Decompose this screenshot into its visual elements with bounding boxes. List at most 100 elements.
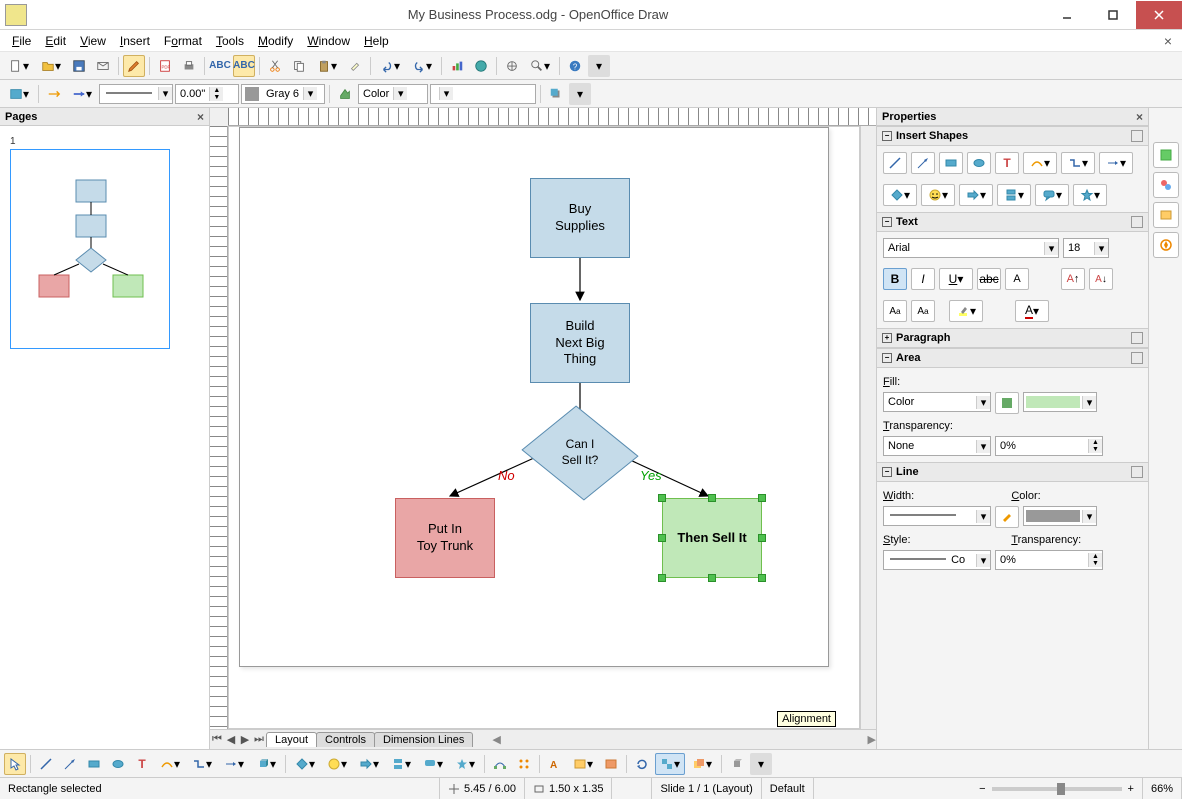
ellipse-tool[interactable] bbox=[107, 753, 129, 775]
flowchart-decision[interactable]: Can I Sell It? bbox=[540, 418, 620, 488]
connector-icon[interactable]: ▾ bbox=[1061, 152, 1095, 174]
shadow-text-button[interactable]: A bbox=[1005, 268, 1029, 290]
horizontal-ruler[interactable] bbox=[228, 108, 876, 126]
menu-help[interactable]: Help bbox=[358, 32, 395, 50]
tab-nav-next-icon[interactable]: ▶ bbox=[238, 733, 252, 746]
help-button[interactable]: ? bbox=[564, 55, 586, 77]
transparency-mode-combo[interactable]: None▾ bbox=[883, 436, 991, 456]
text-icon[interactable]: T bbox=[995, 152, 1019, 174]
shadow-button[interactable] bbox=[545, 83, 567, 105]
selection-handle[interactable] bbox=[758, 534, 766, 542]
section-expand-icon[interactable] bbox=[1131, 332, 1143, 344]
italic-button[interactable]: I bbox=[911, 268, 935, 290]
sidebar-styles-icon[interactable] bbox=[1153, 172, 1179, 198]
vertical-ruler[interactable] bbox=[210, 126, 228, 729]
flowchart-icon[interactable]: ▾ bbox=[997, 184, 1031, 206]
drawing-overflow-icon[interactable]: ▾ bbox=[750, 753, 772, 775]
line-ends-button[interactable]: ▾ bbox=[67, 83, 97, 105]
line-style-combo[interactable]: ▾ bbox=[99, 84, 173, 104]
section-insert-shapes[interactable]: −Insert Shapes bbox=[877, 126, 1148, 146]
sub-button[interactable]: Aa bbox=[911, 300, 935, 322]
fontwork-tool[interactable]: A bbox=[544, 753, 566, 775]
flowchart-box-toy-trunk[interactable]: Put In Toy Trunk bbox=[395, 498, 495, 578]
area-button[interactable] bbox=[334, 83, 356, 105]
tab-nav-last-icon[interactable]: ⏭ bbox=[252, 733, 266, 746]
extrusion-tool[interactable] bbox=[726, 753, 748, 775]
tab-dimension[interactable]: Dimension Lines bbox=[374, 732, 473, 747]
copy-button[interactable] bbox=[288, 55, 310, 77]
connector-label-yes[interactable]: Yes bbox=[640, 468, 662, 483]
lines-arrows-tool[interactable]: ▾ bbox=[219, 753, 249, 775]
line-color-icon[interactable] bbox=[995, 506, 1019, 528]
arrange-tool[interactable]: ▾ bbox=[687, 753, 717, 775]
pages-panel-close-icon[interactable]: × bbox=[197, 110, 204, 124]
curve-tool[interactable]: ▾ bbox=[155, 753, 185, 775]
zoom-button[interactable]: ▾ bbox=[525, 55, 555, 77]
selection-handle[interactable] bbox=[658, 534, 666, 542]
section-text[interactable]: −Text bbox=[877, 212, 1148, 232]
minimize-button[interactable] bbox=[1044, 1, 1090, 29]
font-color-button[interactable]: A ▾ bbox=[1015, 300, 1049, 322]
print-button[interactable] bbox=[178, 55, 200, 77]
menu-view[interactable]: View bbox=[74, 32, 112, 50]
menu-format[interactable]: Format bbox=[158, 32, 208, 50]
arrow-icon[interactable] bbox=[911, 152, 935, 174]
basic-shapes-icon[interactable]: ▾ bbox=[883, 184, 917, 206]
menu-tools[interactable]: Tools bbox=[210, 32, 250, 50]
selection-handle[interactable] bbox=[658, 574, 666, 582]
rectangle-icon[interactable] bbox=[939, 152, 963, 174]
section-expand-icon[interactable] bbox=[1131, 352, 1143, 364]
line-style-combo[interactable]: Co▾ bbox=[883, 550, 991, 570]
transparency-value-spinner[interactable]: 0%▲▼ bbox=[995, 436, 1103, 456]
line-transparency-spinner[interactable]: 0%▲▼ bbox=[995, 550, 1103, 570]
points-tool[interactable] bbox=[489, 753, 511, 775]
increase-font-button[interactable]: A↑ bbox=[1061, 268, 1085, 290]
sidebar-properties-icon[interactable] bbox=[1153, 142, 1179, 168]
toolbar2-overflow-icon[interactable]: ▾ bbox=[569, 83, 591, 105]
undo-button[interactable]: ▾ bbox=[375, 55, 405, 77]
selection-handle[interactable] bbox=[758, 494, 766, 502]
stars-icon[interactable]: ▾ bbox=[1073, 184, 1107, 206]
glue-tool[interactable] bbox=[513, 753, 535, 775]
ellipse-icon[interactable] bbox=[967, 152, 991, 174]
close-button[interactable] bbox=[1136, 1, 1182, 29]
rectangle-tool[interactable] bbox=[83, 753, 105, 775]
gallery-tool[interactable] bbox=[600, 753, 622, 775]
arrow-style-button[interactable]: ▾ bbox=[4, 83, 34, 105]
fill-gradient-icon[interactable] bbox=[995, 392, 1019, 414]
line-color-combo[interactable]: Gray 6▾ bbox=[241, 84, 325, 104]
save-button[interactable] bbox=[68, 55, 90, 77]
autospell-button[interactable]: ABC bbox=[233, 55, 255, 77]
section-paragraph[interactable]: +Paragraph bbox=[877, 328, 1148, 348]
callouts-tool[interactable]: ▾ bbox=[418, 753, 448, 775]
stars-tool[interactable]: ▾ bbox=[450, 753, 480, 775]
connector-tool[interactable]: ▾ bbox=[187, 753, 217, 775]
tab-layout[interactable]: Layout bbox=[266, 732, 317, 747]
bold-button[interactable]: B bbox=[883, 268, 907, 290]
block-arrows-tool[interactable]: ▾ bbox=[354, 753, 384, 775]
maximize-button[interactable] bbox=[1090, 1, 1136, 29]
section-expand-icon[interactable] bbox=[1131, 130, 1143, 142]
selection-handle[interactable] bbox=[708, 494, 716, 502]
highlight-button[interactable]: ▾ bbox=[949, 300, 983, 322]
line-width-combo[interactable]: ▾ bbox=[883, 506, 991, 526]
document-close-icon[interactable]: × bbox=[1158, 31, 1176, 51]
symbol-shapes-tool[interactable]: ▾ bbox=[322, 753, 352, 775]
open-button[interactable]: ▾ bbox=[36, 55, 66, 77]
decrease-font-button[interactable]: A↓ bbox=[1089, 268, 1113, 290]
select-tool[interactable] bbox=[4, 753, 26, 775]
zoom-out-icon[interactable]: − bbox=[979, 783, 985, 795]
properties-close-icon[interactable]: × bbox=[1136, 110, 1143, 124]
text-tool[interactable]: T bbox=[131, 753, 153, 775]
menu-insert[interactable]: Insert bbox=[114, 32, 156, 50]
alignment-tool[interactable]: ▾ bbox=[655, 753, 685, 775]
tab-controls[interactable]: Controls bbox=[316, 732, 375, 747]
pdf-button[interactable]: PDF bbox=[154, 55, 176, 77]
zoom-in-icon[interactable]: + bbox=[1128, 783, 1134, 795]
line-width-spinner[interactable]: 0.00"▲▼ bbox=[175, 84, 239, 104]
tab-nav-first-icon[interactable]: ⏮ bbox=[210, 733, 224, 746]
vertical-scrollbar[interactable] bbox=[860, 126, 876, 729]
connector-label-no[interactable]: No bbox=[498, 468, 515, 483]
edit-file-button[interactable] bbox=[123, 55, 145, 77]
font-size-combo[interactable]: 18▾ bbox=[1063, 238, 1109, 258]
